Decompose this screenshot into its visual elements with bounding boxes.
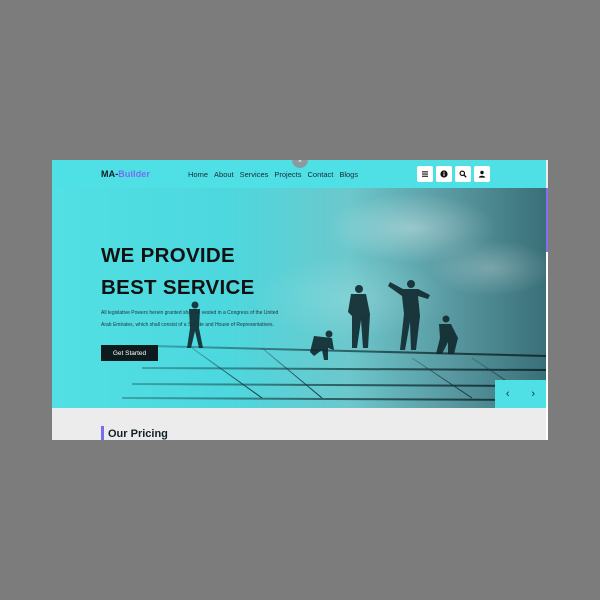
hero-slider: WE PROVIDE BEST SERVICE All legislative …	[52, 188, 546, 408]
hero-title-line-1: WE PROVIDE	[101, 244, 235, 267]
nav-link-contact[interactable]: Contact	[307, 170, 333, 179]
brand-logo[interactable]: MA-Builder	[101, 169, 150, 179]
chevron-left-icon[interactable]: ‹	[506, 388, 510, 400]
hero-description: All legislative Powers herein granted sh…	[101, 310, 279, 328]
hero-title: WE PROVIDE BEST SERVICE	[101, 240, 255, 304]
browser-viewport: MA-Builder × Home About Services Project…	[52, 160, 548, 440]
menu-icon[interactable]	[417, 166, 433, 182]
hero-title-line-2: BEST SERVICE	[101, 276, 255, 299]
pricing-section-title: Our Pricing	[108, 428, 168, 440]
get-started-button[interactable]: Get Started	[101, 345, 158, 361]
brand-suffix: Builder	[118, 169, 151, 179]
nav-link-services[interactable]: Services	[240, 170, 269, 179]
section-accent-bar	[101, 426, 104, 440]
nav-link-home[interactable]: Home	[188, 170, 208, 179]
slider-controls: ‹ ›	[495, 380, 546, 408]
brand-prefix: MA-	[101, 169, 119, 179]
nav-menu: Home About Services Projects Contact Blo…	[188, 170, 358, 179]
info-icon[interactable]	[436, 166, 452, 182]
navbar: MA-Builder × Home About Services Project…	[52, 160, 546, 188]
scrollbar-thumb[interactable]	[546, 188, 548, 252]
nav-link-blogs[interactable]: Blogs	[339, 170, 358, 179]
nav-link-about[interactable]: About	[214, 170, 234, 179]
chevron-right-icon[interactable]: ›	[531, 388, 535, 400]
scrollbar-track[interactable]	[546, 252, 548, 440]
nav-link-projects[interactable]: Projects	[274, 170, 301, 179]
search-icon[interactable]	[455, 166, 471, 182]
nav-icon-group	[417, 166, 490, 182]
user-icon[interactable]	[474, 166, 490, 182]
close-icon[interactable]: ×	[292, 160, 308, 168]
